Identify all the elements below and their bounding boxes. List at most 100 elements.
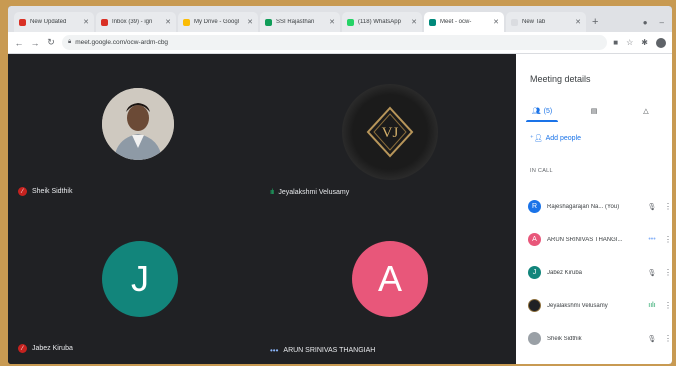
star-icon[interactable]: ☆ bbox=[626, 38, 633, 47]
tab-favicon bbox=[265, 18, 272, 26]
participant-row[interactable]: Jeyalakshmi Velusamy ıılı ⋮ bbox=[528, 289, 672, 322]
url-text: meet.google.com/ocw-ardm-cbg bbox=[75, 39, 169, 46]
participant-initial-avatar: J bbox=[102, 241, 178, 317]
tab-favicon bbox=[101, 18, 108, 26]
avatar-letter: J bbox=[131, 258, 149, 299]
back-arrow-icon[interactable]: ← bbox=[14, 38, 24, 48]
record-icon[interactable]: ● bbox=[643, 18, 648, 27]
browser-tab[interactable]: New Updated ✕ bbox=[14, 12, 94, 32]
mic-off-icon: 🎙︎ bbox=[647, 335, 657, 343]
diamond-logo-icon: VJ bbox=[366, 106, 414, 158]
participant-name: Jabez Kiruba bbox=[32, 345, 73, 352]
close-icon[interactable]: ✕ bbox=[329, 18, 335, 26]
close-icon[interactable]: ✕ bbox=[165, 18, 171, 26]
close-icon[interactable]: ✕ bbox=[83, 18, 89, 26]
close-icon[interactable]: ✕ bbox=[247, 18, 253, 26]
more-vert-icon[interactable]: ⋮ bbox=[664, 202, 672, 211]
tile-name-label: ⁄ Sheik Sidthik bbox=[18, 187, 72, 196]
more-vert-icon[interactable]: ⋮ bbox=[664, 235, 672, 244]
tab-activities[interactable]: △ bbox=[620, 100, 672, 122]
participant-name: Jeyalakshmi Velusamy bbox=[547, 302, 608, 309]
reload-icon[interactable]: ↻ bbox=[46, 37, 56, 48]
tab-favicon bbox=[429, 18, 436, 26]
tab-chat[interactable]: ▤ bbox=[568, 100, 620, 122]
participant-row[interactable]: R Rajeshagarajan Na... (You) 🎙︎ ⋮ bbox=[528, 190, 672, 223]
more-dots-icon: ••• bbox=[648, 236, 656, 243]
mic-off-icon: ⁄ bbox=[18, 344, 27, 353]
browser-toolbar: ← → ↻ 🔒︎ meet.google.com/ocw-ardm-cbg ■ … bbox=[8, 32, 672, 54]
participant-row[interactable]: J Jabez Kiruba 🎙︎ ⋮ bbox=[528, 256, 672, 289]
tab-label: New Tab bbox=[522, 19, 546, 25]
participant-tile[interactable]: A ••• ARUN SRINIVAS THANGIAH bbox=[262, 209, 516, 364]
camera-icon[interactable]: ■ bbox=[613, 38, 618, 47]
meeting-details-panel: Meeting details 👥︎ (5) ▤ △ ⁺👤︎ Add peopl… bbox=[516, 54, 672, 364]
participant-name: Sheik Sidthik bbox=[32, 188, 73, 195]
more-vert-icon[interactable]: ⋮ bbox=[664, 334, 672, 343]
add-people-label: Add people bbox=[545, 134, 582, 142]
avatar bbox=[528, 332, 541, 345]
participant-name: ARUN SRINIVAS THANGI... bbox=[547, 236, 623, 243]
browser-tab[interactable]: New Tab ✕ bbox=[506, 12, 586, 32]
forward-arrow-icon[interactable]: → bbox=[30, 38, 40, 48]
participant-photo bbox=[102, 88, 174, 160]
panel-tabs: 👥︎ (5) ▤ △ bbox=[516, 100, 672, 122]
mic-off-icon: ⁄ bbox=[18, 187, 27, 196]
panel-title: Meeting details bbox=[530, 74, 591, 84]
avatar-letter: A bbox=[377, 258, 402, 299]
avatar: J bbox=[528, 266, 541, 279]
minimize-icon[interactable]: – bbox=[660, 18, 664, 27]
more-vert-icon[interactable]: ⋮ bbox=[664, 301, 672, 310]
participant-initial-avatar: A bbox=[352, 241, 428, 317]
browser-tab[interactable]: (118) WhatsApp ✕ bbox=[342, 12, 422, 32]
tile-name-label: ⁄ Jabez Kiruba bbox=[18, 344, 73, 353]
more-vert-icon[interactable]: ⋮ bbox=[664, 268, 672, 277]
close-icon[interactable]: ✕ bbox=[575, 18, 581, 26]
tab-favicon bbox=[511, 18, 518, 26]
shapes-icon: △ bbox=[643, 108, 649, 115]
participant-name: Jabez Kiruba bbox=[547, 269, 583, 276]
participant-tile[interactable]: J ⁄ Jabez Kiruba bbox=[8, 209, 262, 364]
tab-people[interactable]: 👥︎ (5) bbox=[516, 100, 568, 122]
browser-tab[interactable]: SSI Rajasthan ✕ bbox=[260, 12, 340, 32]
tab-favicon bbox=[183, 18, 190, 26]
participant-row[interactable]: Sheik Sidthik 🎙︎ ⋮ bbox=[528, 322, 672, 355]
close-icon[interactable]: ✕ bbox=[411, 18, 417, 26]
participant-row[interactable]: A ARUN SRINIVAS THANGI... ••• ⋮ bbox=[528, 223, 672, 256]
participant-name: Jeyalakshmi Velusamy bbox=[278, 189, 350, 196]
profile-avatar[interactable] bbox=[656, 37, 666, 48]
avatar: R bbox=[528, 200, 541, 213]
participant-name: Rajeshagarajan Na... (You) bbox=[547, 203, 620, 210]
tab-favicon bbox=[19, 18, 26, 26]
in-call-heading: IN CALL bbox=[530, 168, 553, 174]
lock-icon: 🔒︎ bbox=[68, 39, 72, 45]
browser-window: New Updated ✕ Inbox (39) - ign ✕ My Drive … bbox=[8, 6, 672, 364]
tab-favicon bbox=[347, 18, 354, 26]
logo-text: VJ bbox=[382, 125, 399, 141]
tab-strip: New Updated ✕ Inbox (39) - ign ✕ My Drive … bbox=[8, 6, 672, 32]
new-tab-button[interactable]: + bbox=[592, 12, 598, 32]
video-grid: ⁄ Sheik Sidthik VJ ıılı Jeyalakshmi Velu… bbox=[8, 54, 516, 364]
participant-tile[interactable]: VJ ıılı Jeyalakshmi Velusamy bbox=[262, 54, 516, 209]
participant-logo: VJ bbox=[342, 84, 438, 180]
participant-name: ARUN SRINIVAS THANGIAH bbox=[283, 347, 376, 354]
participant-list: R Rajeshagarajan Na... (You) 🎙︎ ⋮ A ARUN… bbox=[528, 190, 672, 355]
address-bar[interactable]: 🔒︎ meet.google.com/ocw-ardm-cbg bbox=[62, 35, 608, 50]
tab-label: (118) WhatsApp bbox=[358, 19, 401, 25]
browser-tab[interactable]: Inbox (39) - ign ✕ bbox=[96, 12, 176, 32]
tab-label: SSI Rajasthan bbox=[276, 19, 315, 25]
toolbar-actions: ■ ☆ ✱ bbox=[613, 37, 666, 48]
tile-name-label: ••• ARUN SRINIVAS THANGIAH bbox=[270, 346, 375, 355]
close-icon[interactable]: ✕ bbox=[493, 18, 499, 26]
add-person-icon: ⁺👤︎ bbox=[530, 135, 543, 142]
avatar: A bbox=[528, 233, 541, 246]
add-people-button[interactable]: ⁺👤︎ Add people bbox=[530, 134, 582, 143]
people-count: (5) bbox=[543, 107, 553, 115]
participant-tile[interactable]: ⁄ Sheik Sidthik bbox=[8, 54, 262, 209]
tile-name-label: ıılı Jeyalakshmi Velusamy bbox=[270, 189, 349, 196]
tab-label: New Updated bbox=[30, 19, 67, 25]
chat-icon: ▤ bbox=[590, 108, 598, 115]
extensions-icon[interactable]: ✱ bbox=[641, 38, 648, 47]
mic-off-icon: 🎙︎ bbox=[647, 203, 657, 211]
browser-tab[interactable]: My Drive - Googl ✕ bbox=[178, 12, 258, 32]
browser-tab-active[interactable]: Meet - ocw- ✕ bbox=[424, 12, 504, 32]
